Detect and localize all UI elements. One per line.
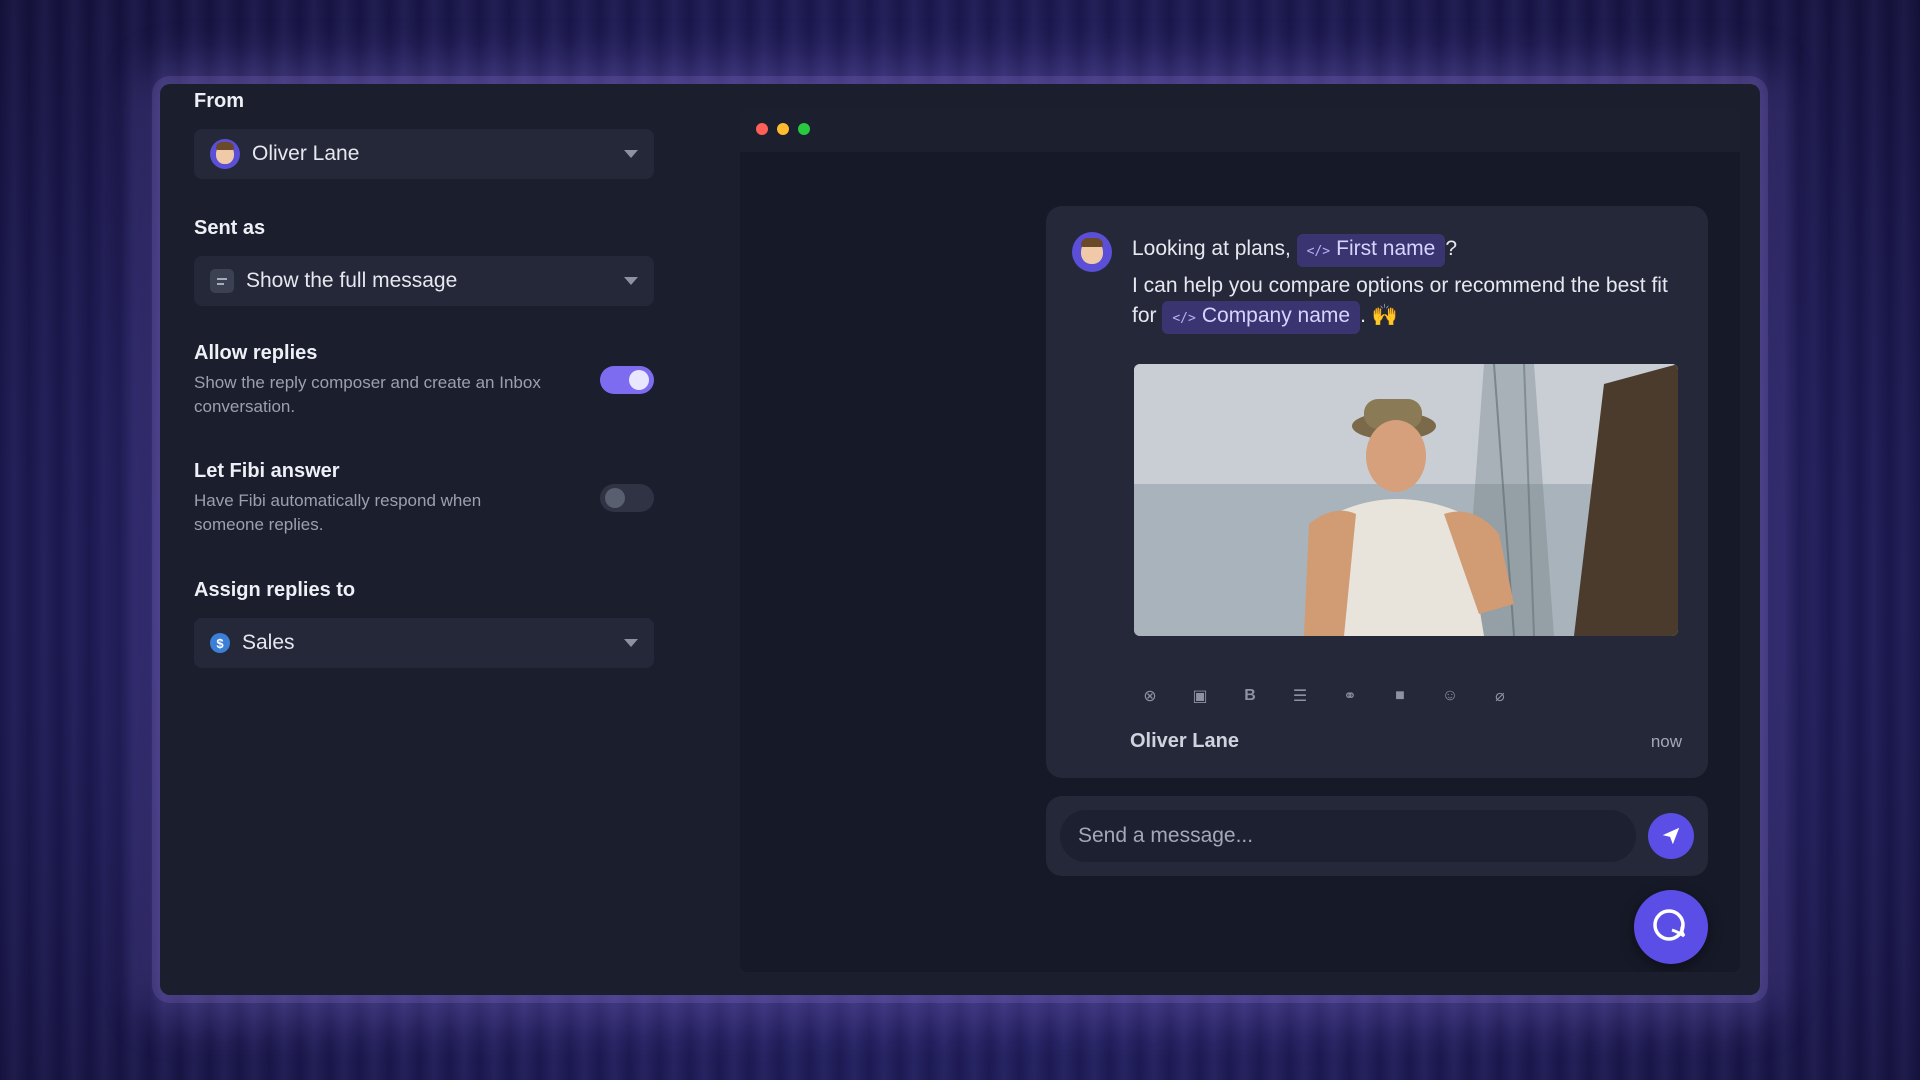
message-input[interactable] bbox=[1060, 810, 1636, 862]
allow-replies-label: Allow replies bbox=[194, 342, 318, 364]
assign-label: Assign replies to bbox=[194, 579, 356, 601]
attachment-icon[interactable]: ⌀ bbox=[1490, 686, 1510, 706]
minimize-window-button[interactable] bbox=[777, 123, 789, 135]
video-icon[interactable]: ■ bbox=[1390, 686, 1410, 706]
let-fibi-label: Let Fibi answer bbox=[194, 460, 340, 482]
dollar-icon: $ bbox=[210, 633, 230, 653]
message-timestamp: now bbox=[1650, 732, 1682, 751]
window-titlebar bbox=[740, 106, 1740, 152]
allow-replies-toggle[interactable] bbox=[600, 366, 654, 394]
message-composer bbox=[1046, 796, 1708, 876]
assign-value: Sales bbox=[242, 631, 295, 654]
assign-select[interactable]: $ Sales bbox=[194, 618, 654, 668]
document-icon bbox=[210, 269, 234, 293]
message-card: Looking at plans, </> First name? I can h… bbox=[1046, 206, 1708, 778]
company-name-chip-label: Company name bbox=[1201, 304, 1351, 327]
code-icon: </> bbox=[1306, 244, 1331, 259]
list-icon[interactable]: ☰ bbox=[1290, 686, 1310, 706]
close-window-button[interactable] bbox=[756, 123, 768, 135]
message-line2-suffix: . bbox=[1360, 304, 1366, 327]
maximize-window-button[interactable] bbox=[798, 123, 810, 135]
company-name-variable-chip[interactable]: </> Company name bbox=[1162, 301, 1361, 334]
chevron-down-icon bbox=[624, 150, 638, 158]
sent-as-value: Show the full message bbox=[246, 269, 458, 292]
sent-as-label: Sent as bbox=[194, 217, 266, 239]
raised-hands-emoji: 🙌 bbox=[1371, 304, 1398, 327]
let-fibi-toggle[interactable] bbox=[600, 484, 654, 512]
from-value: Oliver Lane bbox=[252, 142, 360, 165]
bold-icon[interactable]: B bbox=[1240, 686, 1260, 706]
from-label: From bbox=[194, 90, 244, 112]
sent-as-select[interactable]: Show the full message bbox=[194, 256, 654, 306]
sender-avatar bbox=[1072, 232, 1112, 272]
gif-image bbox=[1134, 364, 1678, 636]
image-icon[interactable]: ▣ bbox=[1190, 686, 1210, 706]
allow-replies-section: Allow replies Show the reply composer an… bbox=[194, 342, 554, 419]
close-circle-icon[interactable]: ⊗ bbox=[1140, 686, 1160, 706]
send-icon bbox=[1662, 827, 1680, 845]
preview-window: Looking at plans, </> First name? I can h… bbox=[740, 106, 1740, 972]
chevron-down-icon bbox=[624, 639, 638, 647]
let-fibi-section: Let Fibi answer Have Fibi automatically … bbox=[194, 460, 554, 537]
send-button[interactable] bbox=[1648, 813, 1694, 859]
link-icon[interactable]: ⚭ bbox=[1340, 686, 1360, 706]
sender-name: Oliver Lane bbox=[1130, 730, 1239, 752]
first-name-variable-chip[interactable]: </> First name bbox=[1296, 234, 1446, 267]
from-select[interactable]: Oliver Lane bbox=[194, 129, 654, 179]
app-frame: From Oliver Lane Sent as Show the full m… bbox=[160, 84, 1760, 995]
chevron-down-icon bbox=[624, 277, 638, 285]
emoji-icon[interactable]: ☺ bbox=[1440, 686, 1460, 706]
message-body: Looking at plans, </> First name? I can h… bbox=[1132, 234, 1692, 334]
code-icon: </> bbox=[1172, 311, 1196, 326]
avatar-icon bbox=[210, 139, 240, 169]
chat-bubble-icon bbox=[1653, 909, 1686, 941]
message-line1-text: Looking at plans, bbox=[1132, 237, 1291, 260]
formatting-toolbar: ⊗ ▣ B ☰ ⚭ ■ ☺ ⌀ bbox=[1140, 686, 1510, 706]
chat-launcher-button[interactable] bbox=[1634, 890, 1708, 964]
let-fibi-description: Have Fibi automatically respond when som… bbox=[194, 491, 482, 534]
message-line1-suffix: ? bbox=[1445, 237, 1457, 260]
first-name-chip-label: First name bbox=[1336, 237, 1436, 260]
allow-replies-description: Show the reply composer and create an In… bbox=[194, 373, 541, 416]
